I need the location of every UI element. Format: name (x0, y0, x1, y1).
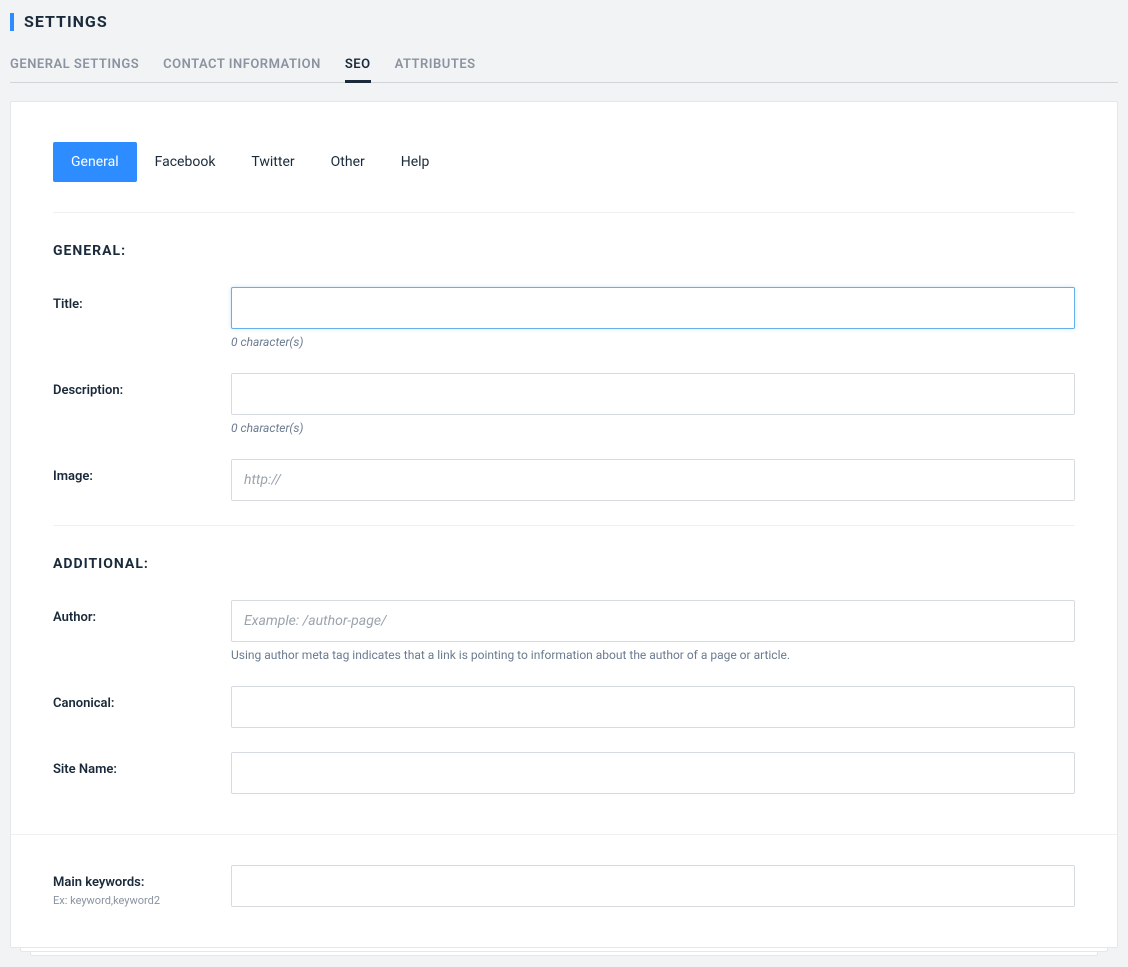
page-title-wrap: SETTINGS (10, 12, 1118, 31)
top-tabs: GENERAL SETTINGS CONTACT INFORMATION SEO… (10, 49, 1118, 83)
description-input[interactable] (231, 373, 1075, 415)
section-heading-additional: ADDITIONAL: (53, 556, 1075, 572)
inner-tab-other[interactable]: Other (313, 142, 383, 182)
label-author: Author: (53, 600, 231, 625)
inner-tab-twitter[interactable]: Twitter (233, 142, 312, 182)
title-input[interactable] (231, 287, 1075, 329)
description-counter: 0 character(s) (231, 421, 1075, 435)
label-site-name: Site Name: (53, 752, 231, 777)
title-counter: 0 character(s) (231, 335, 1075, 349)
settings-panel: General Facebook Twitter Other Help GENE… (10, 101, 1118, 948)
inner-tab-help[interactable]: Help (383, 142, 448, 182)
tab-general-settings[interactable]: GENERAL SETTINGS (10, 49, 139, 82)
image-input[interactable] (231, 459, 1075, 501)
page-title: SETTINGS (24, 12, 108, 31)
author-help: Using author meta tag indicates that a l… (231, 648, 1075, 662)
tab-contact-information[interactable]: CONTACT INFORMATION (163, 49, 321, 82)
label-main-keywords: Main keywords: (53, 875, 144, 890)
site-name-input[interactable] (231, 752, 1075, 794)
title-accent-bar (10, 13, 14, 31)
canonical-input[interactable] (231, 686, 1075, 728)
keywords-example: Ex: keyword,keyword2 (53, 894, 231, 907)
label-canonical: Canonical: (53, 686, 231, 711)
inner-tabs: General Facebook Twitter Other Help (53, 142, 1075, 182)
label-image: Image: (53, 459, 231, 484)
section-heading-general: GENERAL: (53, 243, 1075, 259)
tab-seo[interactable]: SEO (345, 49, 371, 82)
inner-tab-general[interactable]: General (53, 142, 137, 182)
label-description: Description: (53, 373, 231, 398)
author-input[interactable] (231, 600, 1075, 642)
label-title: Title: (53, 287, 231, 312)
tab-attributes[interactable]: ATTRIBUTES (395, 49, 476, 82)
inner-tab-facebook[interactable]: Facebook (137, 142, 234, 182)
main-keywords-input[interactable] (231, 865, 1075, 907)
